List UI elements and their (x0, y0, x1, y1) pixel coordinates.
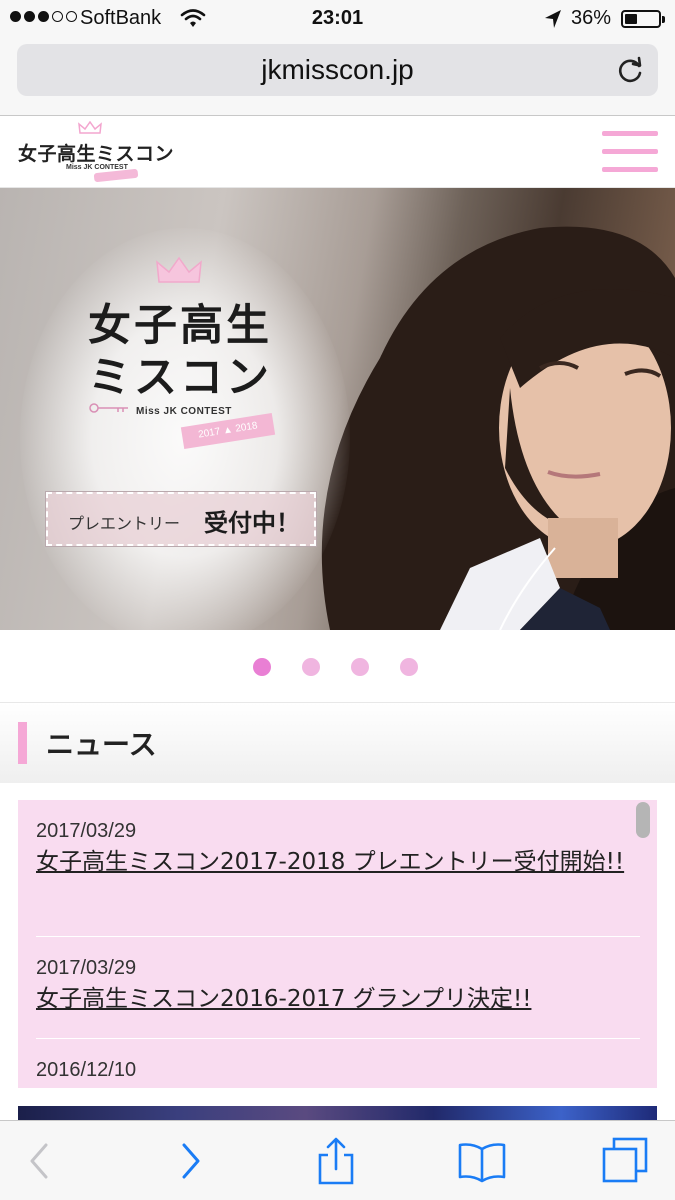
address-bar[interactable]: jkmisscon.jp (17, 44, 658, 96)
battery-percent: 36% (571, 7, 612, 29)
entry-label: プレエントリー (68, 514, 181, 533)
key-icon (89, 403, 128, 413)
browser-toolbar (0, 1120, 675, 1200)
carousel-dot[interactable] (302, 658, 320, 676)
news-scrollbar[interactable] (636, 802, 650, 838)
bookmarks-icon[interactable] (456, 1135, 508, 1187)
back-icon[interactable] (14, 1135, 66, 1187)
news-item[interactable]: 2016/12/10 (36, 1059, 640, 1084)
tabs-icon[interactable] (600, 1135, 652, 1187)
hero-subtitle: Miss JK CONTEST (136, 406, 232, 417)
pre-entry-button[interactable]: プレエントリー 受付中！ (46, 492, 316, 546)
carousel-dot[interactable] (400, 658, 418, 676)
hero-title-line1: 女子高生 (88, 301, 272, 351)
news-date: 2017/03/29 (36, 820, 137, 842)
news-divider (36, 1038, 640, 1039)
share-icon[interactable] (310, 1135, 362, 1187)
hero-slide[interactable]: 女子高生 ミスコン Miss JK CONTEST 2017 ▲ 2018 プレ… (0, 188, 675, 630)
carousel-dot[interactable] (351, 658, 369, 676)
news-link[interactable]: 女子高生ミスコン2017-2018 プレエントリー受付開始!! (36, 845, 640, 880)
battery-icon (621, 10, 665, 28)
news-heading: ニュース (46, 728, 157, 761)
site-header: 女子高生ミスコン Miss JK CONTEST (0, 117, 675, 188)
news-date: 2017/03/29 (36, 957, 137, 979)
crown-icon (78, 121, 102, 134)
forward-icon[interactable] (164, 1135, 216, 1187)
browser-chrome-top: jkmisscon.jp (0, 40, 675, 116)
hamburger-menu-icon[interactable] (602, 131, 658, 173)
news-section-header: ニュース (0, 702, 675, 783)
site-logo[interactable]: 女子高生ミスコン Miss JK CONTEST (16, 121, 176, 185)
news-divider (36, 936, 640, 937)
carousel-dot[interactable] (253, 658, 271, 676)
heading-accent-bar (18, 722, 27, 764)
news-list[interactable]: 2017/03/29 女子高生ミスコン2017-2018 プレエントリー受付開始… (18, 800, 657, 1088)
location-arrow-icon (545, 10, 561, 28)
status-bar: SoftBank 23:01 36% (0, 0, 675, 40)
entry-status: 受付中！ (204, 509, 300, 537)
news-link[interactable]: 女子高生ミスコン2016-2017 グランプリ決定!! (36, 982, 640, 1017)
news-item[interactable]: 2017/03/29 女子高生ミスコン2017-2018 プレエントリー受付開始… (36, 820, 640, 880)
news-date: 2016/12/10 (36, 1059, 137, 1081)
carousel-dots (253, 658, 433, 678)
reload-icon[interactable] (612, 52, 648, 88)
hero-title: 女子高生 ミスコン (88, 300, 272, 404)
url-text[interactable]: jkmisscon.jp (17, 54, 658, 86)
news-item[interactable]: 2017/03/29 女子高生ミスコン2016-2017 グランプリ決定!! (36, 957, 640, 1017)
crown-icon (156, 256, 202, 283)
logo-text: 女子高生ミスコン (18, 143, 175, 165)
hero-title-line2: ミスコン (88, 353, 272, 403)
